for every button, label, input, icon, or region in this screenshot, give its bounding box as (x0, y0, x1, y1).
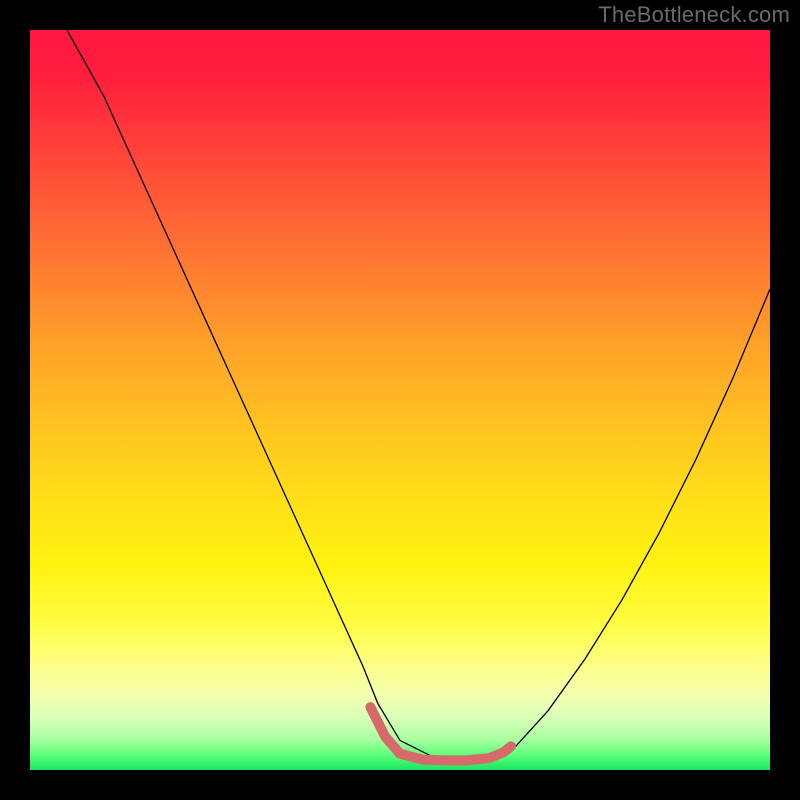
bottleneck-curve (67, 30, 770, 761)
watermark-text: TheBottleneck.com (598, 2, 790, 28)
trough-highlight (370, 707, 511, 760)
plot-area (30, 30, 770, 770)
curve-layer (30, 30, 770, 770)
chart-frame: TheBottleneck.com (0, 0, 800, 800)
